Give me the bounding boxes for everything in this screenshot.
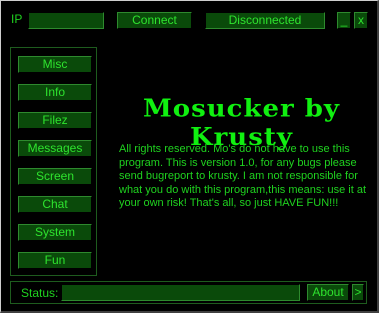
nav-messages-button[interactable]: Messages [18, 140, 92, 157]
nav-screen-button[interactable]: Screen [18, 168, 92, 185]
status-label: Status: [21, 286, 59, 300]
nav-info-button[interactable]: Info [18, 84, 92, 101]
nav-filez-button[interactable]: Filez [18, 112, 92, 129]
nav-chat-button[interactable]: Chat [18, 196, 92, 213]
about-button[interactable]: About [307, 284, 349, 301]
nav-misc-button[interactable]: Misc [18, 56, 92, 73]
ip-label: IP [11, 12, 23, 26]
connect-button[interactable]: Connect [117, 12, 192, 29]
ip-input[interactable] [28, 12, 104, 29]
connection-status-field: Disconnected [205, 12, 325, 29]
main-window: IP Connect Disconnected _ x Misc Info Fi… [0, 0, 379, 313]
status-field [61, 284, 300, 301]
next-button[interactable]: > [352, 284, 364, 301]
close-button[interactable]: x [354, 12, 368, 29]
minimize-button[interactable]: _ [337, 12, 351, 29]
nav-fun-button[interactable]: Fun [18, 252, 92, 269]
nav-system-button[interactable]: System [18, 224, 92, 241]
nav-panel: Misc Info Filez Messages Screen Chat Sys… [10, 47, 97, 276]
about-text: All rights reserved. Mo's do not have to… [119, 143, 367, 209]
status-bar: Status: About > [10, 281, 367, 304]
